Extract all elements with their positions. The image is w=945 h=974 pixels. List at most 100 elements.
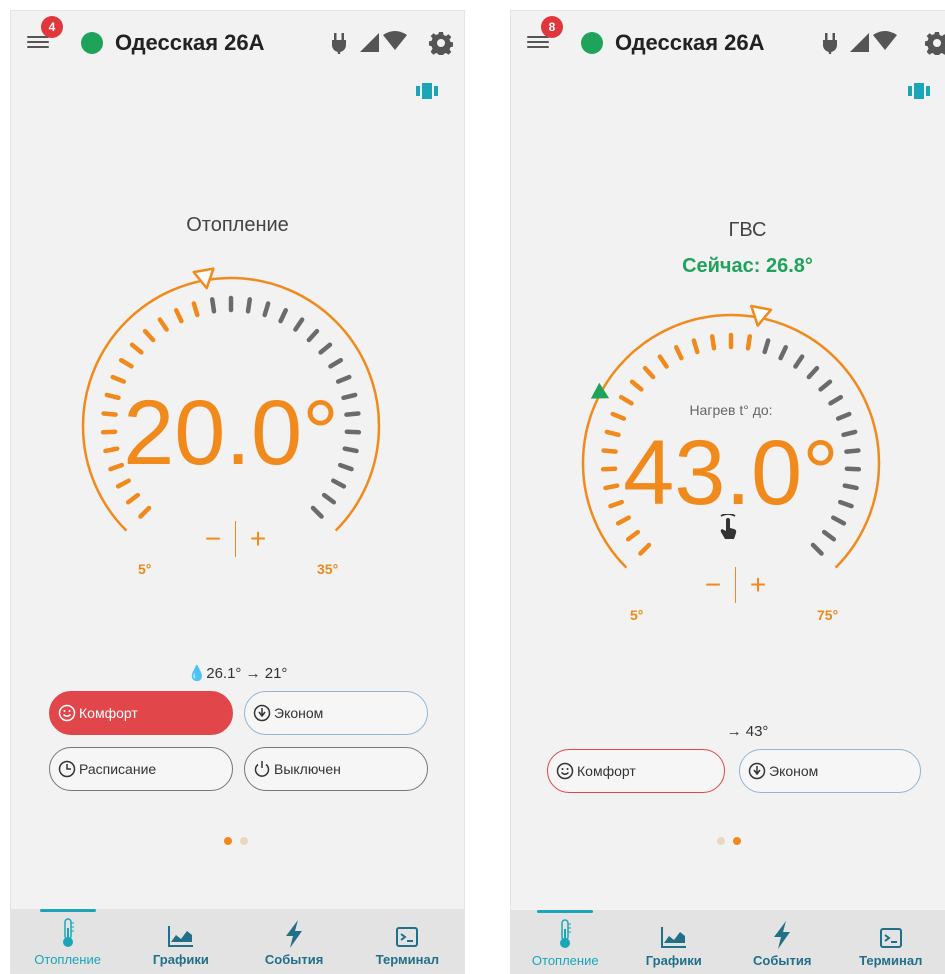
- comfort-mode-button[interactable]: Комфорт: [49, 691, 233, 735]
- decrease-button[interactable]: −: [697, 567, 729, 603]
- page-dot-2[interactable]: [733, 837, 741, 845]
- dial-tick: [818, 379, 833, 392]
- gear-icon[interactable]: [429, 31, 453, 55]
- nav-charts[interactable]: Графики: [620, 910, 729, 974]
- chart-icon: [167, 926, 193, 947]
- dial-tick: [610, 411, 627, 421]
- app-header: 8 Одесская 26А: [511, 11, 945, 73]
- stepper-divider: [235, 521, 236, 557]
- lightning-icon: [774, 921, 791, 949]
- dial-tick: [278, 308, 288, 324]
- economy-mode-button[interactable]: Эконом: [739, 749, 921, 793]
- current-readings: 💧26.1° → 21°: [187, 665, 288, 682]
- nav-heating[interactable]: Отопление: [511, 910, 620, 974]
- page-dot-2[interactable]: [240, 837, 248, 845]
- dial-tick: [245, 297, 253, 314]
- dial-tick: [328, 357, 344, 369]
- dial-tick: [191, 301, 200, 318]
- comfort-mode-button[interactable]: Комфорт: [547, 749, 725, 793]
- dial-tick: [745, 334, 753, 351]
- economy-mode-label: Эконом: [274, 705, 324, 721]
- dial-tick: [821, 529, 837, 542]
- page-dot-1[interactable]: [717, 837, 725, 845]
- nav-heating-label: Отопление: [531, 953, 599, 968]
- economy-mode-button[interactable]: Эконом: [244, 691, 428, 735]
- dial-tick: [306, 328, 320, 343]
- off-mode-button[interactable]: Выключен: [244, 747, 428, 791]
- wifi-icon: [873, 31, 897, 50]
- dial-tick: [810, 542, 824, 556]
- nav-terminal-label: Терминал: [859, 953, 923, 968]
- nav-heating-label: Отопление: [34, 952, 101, 967]
- heat-to-label: Нагрев t° до:: [689, 402, 773, 418]
- dial-tick: [709, 334, 717, 351]
- current-temperature: Сейчас: 26.8°: [682, 255, 813, 277]
- target-temperature: 43.0°: [623, 422, 839, 524]
- increase-button[interactable]: +: [742, 567, 774, 603]
- dial-tick: [157, 317, 169, 332]
- page-dot-1[interactable]: [224, 837, 232, 845]
- bottom-navigation: Отопление Графики События Терминал: [11, 909, 464, 973]
- dial-tick: [262, 301, 271, 318]
- off-mode-label: Выключен: [274, 761, 341, 777]
- dial-tick: [125, 492, 141, 505]
- dial-tick: [835, 411, 852, 421]
- page-indicator: [717, 837, 741, 845]
- cell-signal-icon: [850, 33, 869, 52]
- stepper-divider: [735, 567, 736, 603]
- valve-icon[interactable]: [908, 83, 930, 99]
- lightning-icon: [286, 920, 303, 948]
- dial-tick: [310, 505, 324, 519]
- max-temperature-label: 75°: [817, 607, 839, 623]
- nav-charts[interactable]: Графики: [124, 909, 237, 973]
- temperature-stepper: − +: [197, 521, 274, 557]
- nav-events[interactable]: События: [728, 910, 837, 974]
- device-title: Одесская 26А: [615, 30, 765, 55]
- dial-tick: [642, 365, 656, 380]
- min-temperature-label: 5°: [138, 561, 152, 577]
- gear-icon[interactable]: [925, 31, 945, 55]
- nav-events[interactable]: События: [238, 909, 351, 973]
- mode-title: Отопление: [186, 214, 289, 236]
- touch-hand-icon: [720, 514, 737, 539]
- schedule-mode-label: Расписание: [79, 761, 157, 777]
- power-plug-icon: [332, 33, 346, 54]
- cell-signal-icon: [360, 33, 379, 52]
- dial-tick: [138, 505, 152, 519]
- dial-tick: [638, 542, 652, 556]
- nav-terminal[interactable]: Терминал: [351, 909, 464, 973]
- smile-icon: [58, 704, 76, 722]
- nav-heating[interactable]: Отопление: [11, 909, 124, 973]
- dial-tick: [142, 328, 156, 343]
- dial-tick: [321, 492, 337, 505]
- dial-tick: [318, 342, 333, 355]
- dial-tick: [778, 345, 788, 361]
- terminal-icon: [879, 928, 902, 948]
- clock-icon: [58, 760, 76, 778]
- mode-title: ГВС: [728, 219, 767, 241]
- min-temperature-label: 5°: [630, 607, 644, 623]
- dial-tick: [129, 342, 144, 355]
- power-icon: [254, 761, 270, 777]
- schedule-mode-button[interactable]: Расписание: [49, 747, 233, 791]
- wifi-icon: [383, 31, 407, 50]
- heating-screen: 4 Одесская 26А Отопление 20.0° − + 5° 35…: [10, 10, 465, 974]
- economy-icon: [748, 762, 766, 780]
- decrease-button[interactable]: −: [197, 521, 229, 557]
- economy-mode-label: Эконом: [769, 763, 819, 779]
- nav-terminal[interactable]: Терминал: [837, 910, 945, 974]
- online-status-dot: [581, 32, 603, 54]
- dial-tick: [209, 297, 217, 314]
- temperature-stepper: − +: [697, 567, 774, 603]
- valve-icon[interactable]: [416, 83, 438, 99]
- dial-tick: [293, 317, 305, 332]
- nav-charts-label: Графики: [645, 953, 702, 968]
- dial-tick: [806, 365, 820, 380]
- power-plug-icon: [823, 33, 837, 54]
- increase-button[interactable]: +: [242, 521, 274, 557]
- dial-tick: [618, 394, 634, 406]
- dial-tick: [625, 529, 641, 542]
- dial-tick: [828, 394, 844, 406]
- bottom-navigation: Отопление Графики События Терминал: [511, 910, 945, 974]
- online-status-dot: [81, 32, 103, 54]
